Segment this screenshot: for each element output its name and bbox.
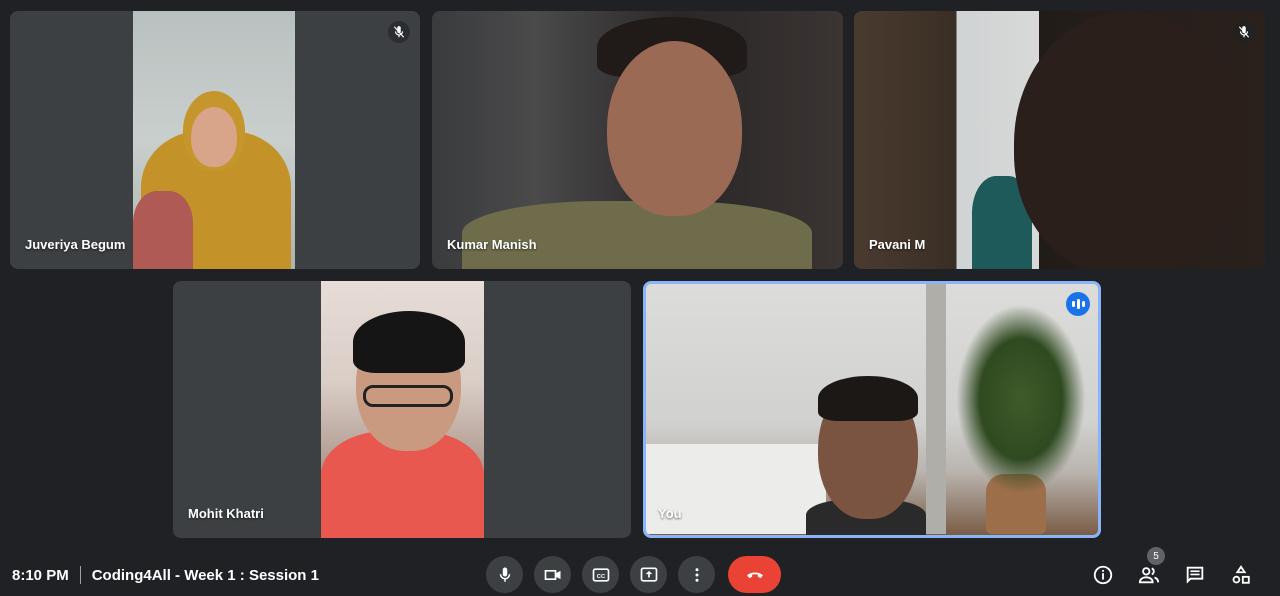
participant-tile-kumar-manish[interactable]: Kumar Manish: [432, 11, 843, 269]
participant-name: Pavani M: [869, 237, 926, 252]
more-options-icon: [695, 567, 698, 582]
activities-icon: [1232, 565, 1250, 584]
participant-name: Juveriya Begum: [25, 237, 126, 252]
participant-tile-juveriya-begum[interactable]: Juveriya Begum: [10, 11, 420, 269]
present-now-button[interactable]: [630, 556, 667, 593]
clock-time: 8:10 PM: [12, 566, 69, 584]
muted-mic-icon: [1233, 21, 1255, 43]
present-screen-icon: [640, 567, 657, 582]
participant-video: [133, 11, 295, 269]
end-call-icon: [746, 572, 763, 578]
people-icon: [1138, 567, 1160, 584]
participant-name: Mohit Khatri: [188, 506, 264, 521]
info-icon: [1093, 565, 1113, 585]
divider: [79, 566, 81, 584]
meeting-details-button[interactable]: [1092, 564, 1114, 586]
chat-icon: [1186, 566, 1204, 584]
chat-button[interactable]: [1184, 564, 1206, 586]
microphone-button[interactable]: [486, 556, 523, 593]
participant-video: [432, 11, 843, 269]
meeting-title: Coding4All - Week 1 : Session 1: [91, 566, 319, 584]
participant-name: Kumar Manish: [447, 237, 537, 252]
participant-name: You: [658, 506, 682, 521]
side-panel-buttons: 5: [1092, 547, 1252, 586]
bottom-toolbar: 8:10 PM Coding4All - Week 1 : Session 1 …: [0, 547, 1280, 596]
meeting-stage: Juveriya Begum Kumar Manish Pavani M Moh…: [0, 0, 1280, 596]
participant-video: [646, 284, 1098, 535]
muted-mic-icon: [388, 21, 410, 43]
meeting-details: 8:10 PM Coding4All - Week 1 : Session 1: [12, 566, 319, 584]
participant-tile-pavani-m[interactable]: Pavani M: [854, 11, 1265, 269]
people-button[interactable]: 5: [1138, 547, 1165, 586]
activities-button[interactable]: [1230, 564, 1252, 586]
microphone-icon: [499, 567, 510, 582]
participant-count-badge: 5: [1147, 547, 1165, 565]
leave-call-button[interactable]: [728, 556, 781, 593]
closed-captions-icon: CC: [592, 567, 609, 582]
captions-button[interactable]: CC: [582, 556, 619, 593]
speaking-indicator-icon: [1066, 292, 1090, 316]
participant-video: [854, 11, 1265, 269]
participant-video: [321, 281, 484, 538]
camera-button[interactable]: [534, 556, 571, 593]
call-controls: CC: [486, 556, 781, 593]
svg-text:CC: CC: [596, 573, 605, 579]
more-options-button[interactable]: [678, 556, 715, 593]
participant-tile-mohit-khatri[interactable]: Mohit Khatri: [173, 281, 631, 538]
video-camera-icon: [544, 569, 560, 580]
participant-tile-you[interactable]: You: [643, 281, 1101, 538]
